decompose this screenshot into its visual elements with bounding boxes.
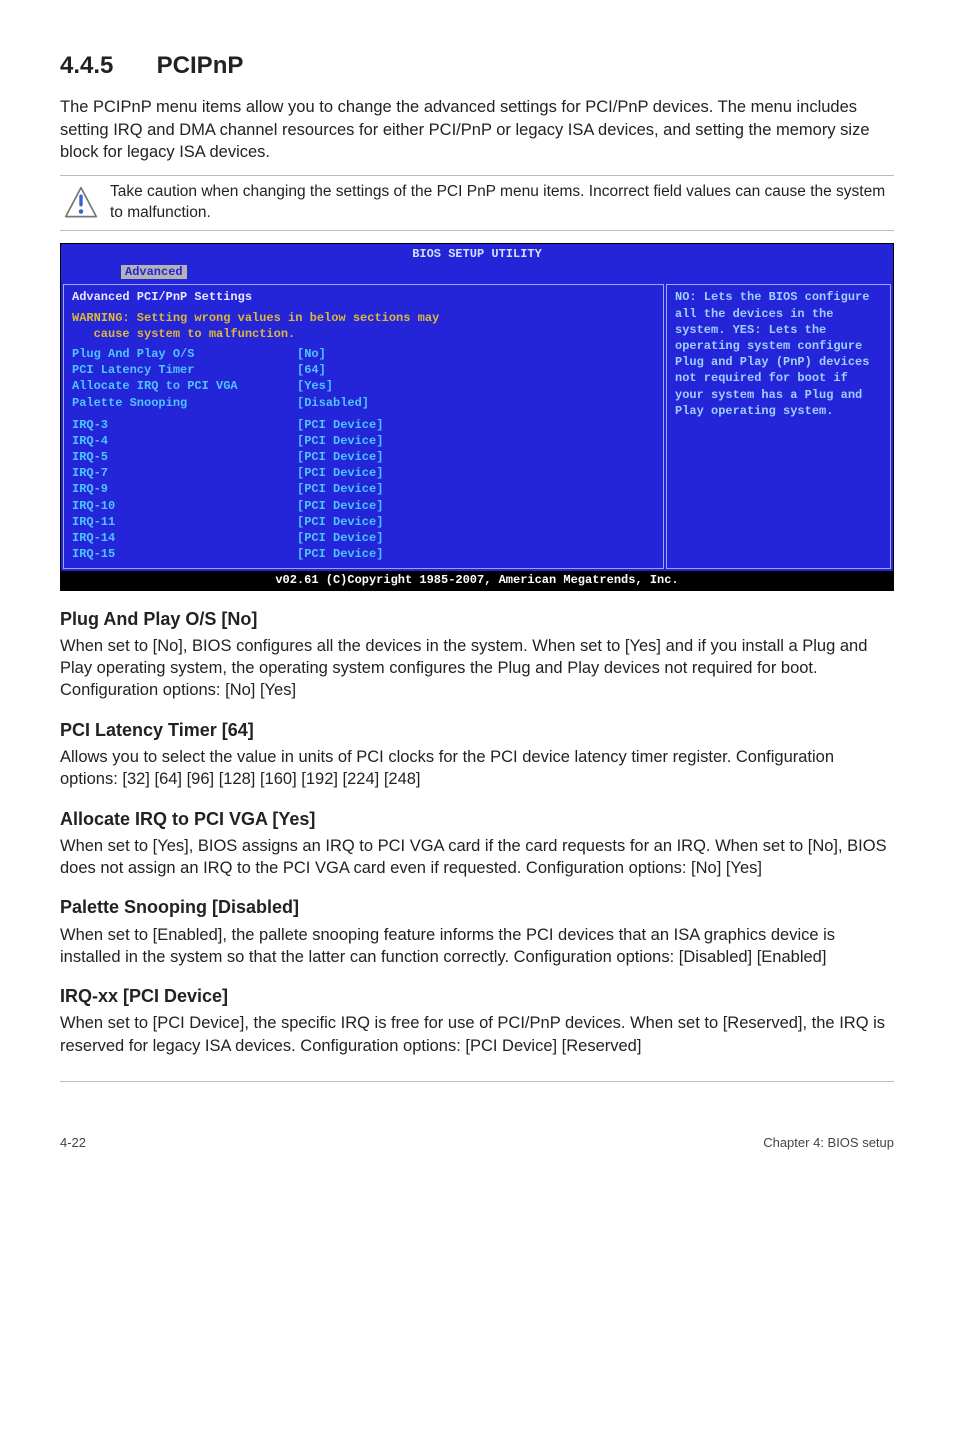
item-heading: IRQ-xx [PCI Device] (60, 984, 894, 1008)
bios-irq-row: IRQ-5[PCI Device] (72, 449, 655, 465)
bios-irq-row: IRQ-14[PCI Device] (72, 530, 655, 546)
section-intro: The PCIPnP menu items allow you to chang… (60, 96, 894, 163)
bios-help-text: NO: Lets the BIOS configure all the devi… (675, 289, 882, 419)
item-heading: PCI Latency Timer [64] (60, 718, 894, 742)
bios-irq-value: [PCI Device] (297, 546, 383, 562)
section-number: 4.4.5 (60, 50, 150, 82)
bios-irq-row: IRQ-7[PCI Device] (72, 465, 655, 481)
bios-setting-key: Palette Snooping (72, 395, 297, 411)
bios-setting-row: Plug And Play O/S[No] (72, 346, 655, 362)
caution-text: Take caution when changing the settings … (110, 182, 894, 224)
caution-icon (64, 186, 98, 220)
bios-irq-row: IRQ-15[PCI Device] (72, 546, 655, 562)
bios-setting-row: PCI Latency Timer[64] (72, 362, 655, 378)
bios-irq-key: IRQ-7 (72, 465, 297, 481)
bios-setting-row: Palette Snooping[Disabled] (72, 395, 655, 411)
bios-irq-row: IRQ-10[PCI Device] (72, 498, 655, 514)
bios-irq-value: [PCI Device] (297, 514, 383, 530)
bios-irq-row: IRQ-11[PCI Device] (72, 514, 655, 530)
bios-irq-key: IRQ-3 (72, 417, 297, 433)
bios-tab-advanced: Advanced (121, 265, 187, 279)
bios-irq-key: IRQ-9 (72, 481, 297, 497)
section-heading: 4.4.5 PCIPnP (60, 50, 894, 82)
item-body: When set to [Yes], BIOS assigns an IRQ t… (60, 835, 894, 880)
bios-tabs: Advanced (61, 264, 893, 282)
caution-box: Take caution when changing the settings … (60, 175, 894, 231)
bios-irq-key: IRQ-4 (72, 433, 297, 449)
bios-warning: WARNING: Setting wrong values in below s… (72, 310, 655, 342)
bios-irq-value: [PCI Device] (297, 433, 383, 449)
section-title: PCIPnP (157, 52, 244, 79)
bios-setting-key: Allocate IRQ to PCI VGA (72, 378, 297, 394)
bios-irq-value: [PCI Device] (297, 530, 383, 546)
bios-irq-value: [PCI Device] (297, 449, 383, 465)
item-heading: Allocate IRQ to PCI VGA [Yes] (60, 807, 894, 831)
item-body: Allows you to select the value in units … (60, 746, 894, 791)
bios-help-panel: NO: Lets the BIOS configure all the devi… (666, 284, 891, 569)
bios-setting-value: [Disabled] (297, 395, 369, 411)
bios-irq-key: IRQ-14 (72, 530, 297, 546)
bios-irq-key: IRQ-15 (72, 546, 297, 562)
bios-irq-key: IRQ-5 (72, 449, 297, 465)
bios-left-panel: Advanced PCI/PnP Settings WARNING: Setti… (63, 284, 664, 569)
item-body: When set to [PCI Device], the specific I… (60, 1012, 894, 1057)
bios-panel: BIOS SETUP UTILITY Advanced Advanced PCI… (60, 243, 894, 591)
bios-setting-row: Allocate IRQ to PCI VGA[Yes] (72, 378, 655, 394)
bios-irq-value: [PCI Device] (297, 481, 383, 497)
bios-left-heading: Advanced PCI/PnP Settings (72, 289, 655, 305)
bios-irq-row: IRQ-9[PCI Device] (72, 481, 655, 497)
bios-setting-key: PCI Latency Timer (72, 362, 297, 378)
bios-irq-row: IRQ-3[PCI Device] (72, 417, 655, 433)
bios-title: BIOS SETUP UTILITY (61, 244, 893, 264)
item-body: When set to [Enabled], the pallete snoop… (60, 924, 894, 969)
page-number: 4-22 (60, 1134, 86, 1152)
bios-setting-value: [No] (297, 346, 326, 362)
item-heading: Palette Snooping [Disabled] (60, 895, 894, 919)
item-body: When set to [No], BIOS configures all th… (60, 635, 894, 702)
bios-irq-value: [PCI Device] (297, 498, 383, 514)
bios-irq-value: [PCI Device] (297, 465, 383, 481)
bios-irq-key: IRQ-11 (72, 514, 297, 530)
bios-setting-value: [Yes] (297, 378, 333, 394)
page-chapter: Chapter 4: BIOS setup (763, 1134, 894, 1152)
bios-irq-value: [PCI Device] (297, 417, 383, 433)
bios-setting-value: [64] (297, 362, 326, 378)
bios-irq-row: IRQ-4[PCI Device] (72, 433, 655, 449)
bios-footer: v02.61 (C)Copyright 1985-2007, American … (61, 571, 893, 589)
bios-irq-key: IRQ-10 (72, 498, 297, 514)
page-footer: 4-22 Chapter 4: BIOS setup (60, 1106, 894, 1152)
item-heading: Plug And Play O/S [No] (60, 607, 894, 631)
bios-setting-key: Plug And Play O/S (72, 346, 297, 362)
